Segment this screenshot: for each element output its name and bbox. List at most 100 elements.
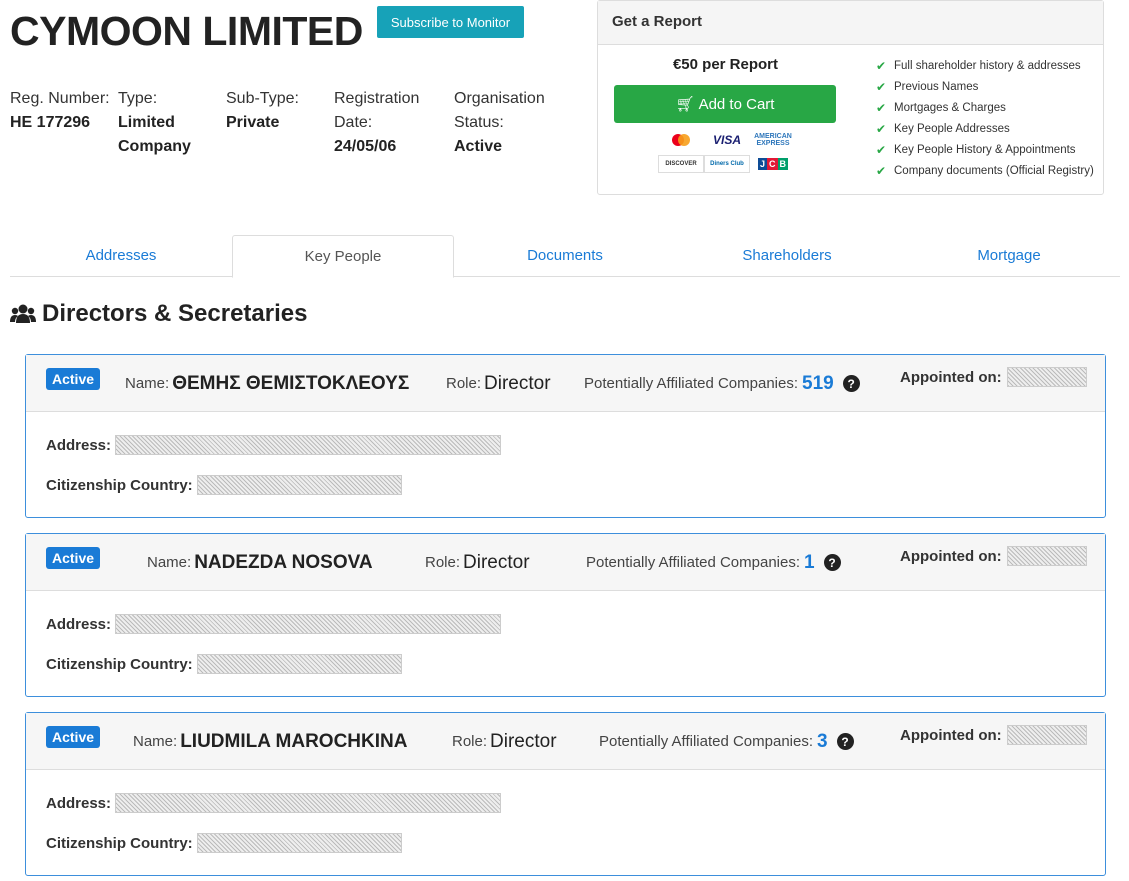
info-label: Organisation Status: [454, 90, 545, 131]
redacted-value [196, 654, 402, 674]
address-label: Address: [46, 615, 112, 633]
feature-label: Company documents (Official Registry) [894, 164, 1094, 177]
citizenship-row: Citizenship Country: [46, 833, 402, 853]
tab-key-people[interactable]: Key People [232, 235, 454, 278]
affiliated-count-link[interactable]: 519 [802, 373, 834, 395]
users-icon [10, 304, 36, 323]
person-role: Role: Director [425, 534, 530, 591]
citizenship-label: Citizenship Country: [46, 655, 193, 673]
section-title: Directors & Secretaries [42, 300, 308, 327]
name-value[interactable]: NADEZDA NOSOVA [194, 552, 372, 574]
report-title: Get a Report [598, 1, 1103, 45]
check-icon: ✔ [876, 58, 887, 73]
feature-label: Full shareholder history & addresses [894, 59, 1081, 72]
redacted-value [196, 833, 402, 853]
tab-shareholders[interactable]: Shareholders [676, 235, 898, 276]
info-reg-number: Reg. Number: HE 177296 [10, 87, 110, 135]
appointed-label: Appointed on: [900, 726, 1002, 744]
discover-icon: DISCOVER [658, 155, 704, 173]
person-card-header: Active Name: NADEZDA NOSOVA Role: Direct… [26, 534, 1105, 591]
tab-documents[interactable]: Documents [454, 235, 676, 276]
info-label: Type: [118, 90, 158, 107]
report-panel: Get a Report €50 per Report 🛒︎ Add to Ca… [597, 0, 1104, 195]
appointed-on: Appointed on: [900, 546, 1087, 566]
info-organisation-status: Organisation Status: Active [454, 87, 564, 159]
status-badge: Active [46, 726, 101, 748]
address-label: Address: [46, 436, 112, 454]
tab-mortgage[interactable]: Mortgage [898, 235, 1120, 276]
amex-icon: AMERICAN EXPRESS [754, 133, 792, 147]
redacted-value [115, 793, 502, 813]
info-value: Limited Company [118, 114, 191, 155]
affiliated-count-link[interactable]: 3 [817, 731, 828, 753]
list-item: ✔ Previous Names [876, 76, 1094, 97]
appointed-on: Appointed on: [900, 367, 1087, 387]
check-icon: ✔ [876, 100, 887, 115]
list-item: ✔ Key People History & Appointments [876, 139, 1094, 160]
company-name: CYMOON LIMITED [10, 8, 363, 54]
role-value: Director [484, 372, 551, 394]
person-card: Active Name: NADEZDA NOSOVA Role: Direct… [25, 533, 1106, 697]
address-row: Address: [46, 793, 502, 813]
info-type: Type: Limited Company [118, 87, 214, 159]
appointed-label: Appointed on: [900, 547, 1002, 565]
info-value: Active [454, 138, 503, 155]
subscribe-to-monitor-button[interactable]: Subscribe to Monitor [377, 6, 524, 38]
affiliated-count-link[interactable]: 1 [804, 552, 815, 574]
status-badge: Active [46, 368, 101, 390]
feature-label: Key People History & Appointments [894, 143, 1076, 156]
report-price: €50 per Report [672, 56, 779, 73]
section-heading: Directors & Secretaries [10, 300, 307, 328]
role-label: Role: [425, 554, 461, 571]
status-badge: Active [46, 547, 101, 569]
report-features-list: ✔ Full shareholder history & addresses ✔ P… [876, 55, 1094, 181]
mastercard-icon [658, 131, 704, 149]
jcb-j: J [757, 158, 767, 170]
check-icon: ✔ [876, 142, 887, 157]
redacted-value [1006, 725, 1087, 745]
visa-icon: VISA [712, 133, 741, 147]
person-card-header: Active Name: ΘΕΜΗΣ ΘΕΜΙΣΤΟΚΛΕΟΥΣ Role: D… [26, 355, 1105, 412]
info-label: Registration Date: [334, 90, 420, 131]
check-icon: ✔ [876, 79, 887, 94]
jcb-b: B [777, 158, 788, 170]
cart-icon: 🛒︎ [675, 96, 695, 113]
info-value: HE 177296 [10, 114, 91, 131]
info-registration-date: Registration Date: 24/05/06 [334, 87, 444, 159]
tab-addresses[interactable]: Addresses [10, 235, 232, 276]
affiliated-label: Potentially Affiliated Companies: [584, 375, 799, 392]
appointed-on: Appointed on: [900, 725, 1087, 745]
help-icon[interactable]: ? [842, 375, 860, 392]
affiliated-label: Potentially Affiliated Companies: [599, 733, 814, 750]
check-icon: ✔ [876, 121, 887, 136]
redacted-value [196, 475, 402, 495]
address-label: Address: [46, 794, 112, 812]
person-card: Active Name: ΘΕΜΗΣ ΘΕΜΙΣΤΟΚΛΕΟΥΣ Role: D… [25, 354, 1106, 518]
person-role: Role: Director [452, 713, 557, 770]
person-card: Active Name: LIUDMILA MAROCHKINA Role: D… [25, 712, 1106, 876]
name-value[interactable]: LIUDMILA MAROCHKINA [180, 731, 407, 753]
help-icon[interactable]: ? [823, 554, 841, 571]
person-name: Name: NADEZDA NOSOVA [147, 534, 373, 591]
affiliated-label: Potentially Affiliated Companies: [586, 554, 801, 571]
address-row: Address: [46, 435, 502, 455]
redacted-value [1006, 546, 1087, 566]
person-role: Role: Director [446, 355, 551, 412]
person-card-header: Active Name: LIUDMILA MAROCHKINA Role: D… [26, 713, 1105, 770]
role-value: Director [463, 551, 530, 573]
person-name: Name: LIUDMILA MAROCHKINA [133, 713, 407, 770]
name-label: Name: [133, 733, 178, 750]
help-icon[interactable]: ? [836, 733, 854, 750]
jcb-c: C [767, 158, 778, 170]
list-item: ✔ Key People Addresses [876, 118, 1094, 139]
info-value: 24/05/06 [334, 138, 397, 155]
list-item: ✔ Full shareholder history & addresses [876, 55, 1094, 76]
diners-club-icon: Diners Club [704, 155, 750, 173]
name-value[interactable]: ΘΕΜΗΣ ΘΕΜΙΣΤΟΚΛΕΟΥΣ [172, 373, 409, 395]
affiliated-companies: Potentially Affiliated Companies: 3 ? [599, 713, 854, 770]
person-name: Name: ΘΕΜΗΣ ΘΕΜΙΣΤΟΚΛΕΟΥΣ [125, 355, 409, 412]
add-to-cart-button[interactable]: 🛒︎ Add to Cart [614, 85, 836, 123]
info-value: Private [226, 114, 280, 131]
check-icon: ✔ [876, 163, 887, 178]
redacted-value [115, 435, 502, 455]
